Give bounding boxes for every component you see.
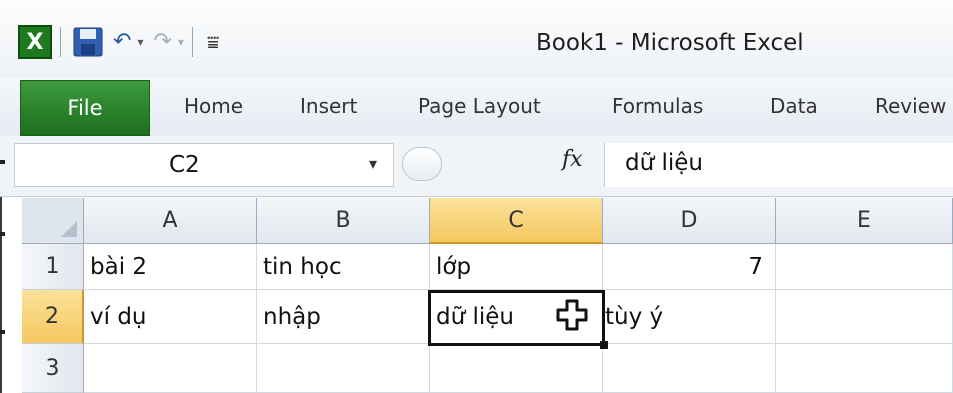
row-header-3[interactable]: 3: [22, 344, 84, 393]
left-edge-tick: [0, 330, 5, 334]
cell-c3[interactable]: [430, 344, 603, 393]
undo-dropdown-icon[interactable]: ▾: [137, 35, 143, 49]
formula-bar-controls: fx: [398, 143, 604, 187]
cell-select-cursor-icon: [556, 299, 588, 331]
column-header-e[interactable]: E: [776, 198, 953, 244]
name-box[interactable]: C2 ▾: [14, 143, 394, 187]
qat-separator: [60, 27, 61, 57]
tab-insert[interactable]: Insert: [300, 94, 357, 118]
column-header-c[interactable]: C: [430, 198, 603, 244]
title-bar: X ↶ ▾ ↷ ▾ ⩸ Book1 - Microsoft Excel: [0, 0, 953, 78]
formula-bar-resize-handle[interactable]: [402, 147, 442, 181]
cell-c1[interactable]: lớp: [430, 244, 603, 290]
window-title: Book1 - Microsoft Excel: [536, 30, 804, 56]
left-edge-tick: [0, 160, 5, 164]
cell-e3[interactable]: [776, 344, 953, 393]
table-row: 3: [22, 344, 953, 393]
left-edge-tick: [0, 232, 5, 236]
worksheet-grid: A B C D E 1 bài 2 tin học lớp 7 2 ví dụ …: [22, 198, 953, 393]
cell-e2[interactable]: [776, 290, 953, 344]
redo-dropdown-icon[interactable]: ▾: [178, 35, 184, 49]
undo-icon[interactable]: ↶: [113, 31, 131, 53]
cell-d1[interactable]: 7: [603, 244, 776, 290]
cell-e1[interactable]: [776, 244, 953, 290]
column-header-a[interactable]: A: [84, 198, 257, 244]
column-header-d[interactable]: D: [603, 198, 776, 244]
excel-app-icon[interactable]: X: [18, 25, 52, 59]
tab-home[interactable]: Home: [184, 94, 243, 118]
formula-input[interactable]: dữ liệu: [604, 143, 953, 187]
select-all-button[interactable]: [22, 198, 84, 244]
row-header-2[interactable]: 2: [22, 290, 84, 344]
cell-b2[interactable]: nhập: [257, 290, 430, 344]
row-header-1[interactable]: 1: [22, 244, 84, 290]
tab-formulas[interactable]: Formulas: [612, 94, 703, 118]
tab-page-layout[interactable]: Page Layout: [418, 94, 541, 118]
name-box-value: C2: [169, 152, 200, 178]
tab-data[interactable]: Data: [770, 94, 818, 118]
table-row: 1 bài 2 tin học lớp 7: [22, 244, 953, 290]
cell-a2[interactable]: ví dụ: [84, 290, 257, 344]
insert-function-icon[interactable]: fx: [562, 147, 583, 172]
cell-a3[interactable]: [84, 344, 257, 393]
cell-b1[interactable]: tin học: [257, 244, 430, 290]
formula-text: dữ liệu: [625, 150, 703, 176]
cell-a1[interactable]: bài 2: [84, 244, 257, 290]
tab-file[interactable]: File: [20, 80, 150, 136]
cell-b3[interactable]: [257, 344, 430, 393]
fill-handle[interactable]: [600, 341, 608, 349]
customize-qat-icon[interactable]: ⩸: [207, 30, 219, 54]
qat-separator: [191, 27, 193, 57]
column-header-b[interactable]: B: [257, 198, 430, 244]
name-box-dropdown-icon[interactable]: ▾: [369, 154, 377, 173]
column-header-row: A B C D E: [22, 198, 953, 244]
cell-d2[interactable]: tùy ý: [603, 290, 776, 344]
table-row: 2 ví dụ nhập dữ liệu tùy ý: [22, 290, 953, 344]
save-icon[interactable]: [73, 27, 103, 57]
quick-access-toolbar: X ↶ ▾ ↷ ▾ ⩸: [18, 22, 219, 62]
redo-icon[interactable]: ↷: [153, 31, 171, 53]
tab-review[interactable]: Review: [875, 94, 946, 118]
cell-d3[interactable]: [603, 344, 776, 393]
